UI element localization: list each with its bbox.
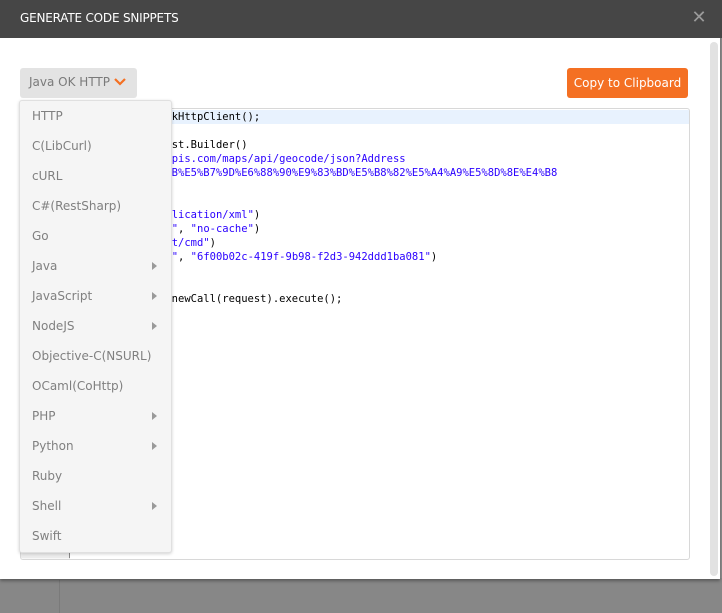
dropdown-item-label: Shell: [32, 499, 62, 513]
code-text: ): [253, 209, 261, 221]
dropdown-item-ruby[interactable]: Ruby: [20, 461, 171, 491]
dropdown-item-label: Ruby: [32, 469, 63, 483]
close-icon[interactable]: ✕: [690, 8, 708, 28]
dropdown-item-label: C(LibCurl): [32, 139, 92, 153]
code-text: ): [430, 251, 438, 263]
dropdown-item-ocaml-cohttp[interactable]: OCaml(CoHttp): [20, 371, 171, 401]
dropdown-item-go[interactable]: Go: [20, 221, 171, 251]
dropdown-item-label: PHP: [32, 409, 56, 423]
dropdown-item-c-libcurl[interactable]: C(LibCurl): [20, 131, 171, 161]
dropdown-item-php[interactable]: PHP: [20, 401, 171, 431]
dropdown-item-label: OCaml(CoHttp): [32, 379, 124, 393]
code-text: ,: [178, 251, 191, 263]
dropdown-item-objective-c-nsurl[interactable]: Objective-C(NSURL): [20, 341, 171, 371]
submenu-arrow-icon: [152, 502, 157, 510]
generate-code-modal: GENERATE CODE SNIPPETS ✕ Java OK HTTP Co…: [0, 0, 722, 579]
code-text: OkHttpClient();: [159, 111, 261, 123]
submenu-arrow-icon: [152, 322, 157, 330]
modal-header: GENERATE CODE SNIPPETS ✕: [0, 0, 722, 38]
dropdown-item-http[interactable]: HTTP: [20, 101, 171, 131]
chevron-down-icon: [114, 78, 126, 86]
dropdown-item-javascript[interactable]: JavaScript: [20, 281, 171, 311]
dropdown-item-c-restsharp[interactable]: C#(RestSharp): [20, 191, 171, 221]
dropdown-item-label: JavaScript: [32, 289, 93, 303]
dropdown-item-curl[interactable]: cURL: [20, 161, 171, 191]
code-text: ): [209, 237, 216, 249]
language-select[interactable]: Java OK HTTP: [20, 68, 137, 98]
submenu-arrow-icon: [152, 262, 157, 270]
language-dropdown-menu: HTTP C(LibCurl) cURL C#(RestSharp) Go Java Jav…: [19, 100, 172, 553]
dropdown-item-shell[interactable]: Shell: [20, 491, 171, 521]
dropdown-item-python[interactable]: Python: [20, 431, 171, 461]
dropdown-item-label: Java: [32, 259, 58, 273]
submenu-arrow-icon: [152, 412, 157, 420]
dropdown-item-label: Swift: [32, 529, 62, 543]
modal-title: GENERATE CODE SNIPPETS: [20, 11, 179, 25]
code-text: ): [253, 223, 261, 235]
dropdown-item-swift[interactable]: Swift: [20, 521, 171, 551]
dropdown-item-java[interactable]: Java: [20, 251, 171, 281]
dropdown-item-nodejs[interactable]: NodeJS: [20, 311, 171, 341]
code-string: "no-cache": [190, 223, 254, 235]
dropdown-item-label: Python: [32, 439, 74, 453]
modal-scrollbar[interactable]: [710, 42, 718, 576]
dropdown-item-label: HTTP: [32, 109, 63, 123]
dropdown-item-label: Objective-C(NSURL): [32, 349, 152, 363]
dropdown-item-label: cURL: [32, 169, 63, 183]
copy-to-clipboard-button[interactable]: Copy to Clipboard: [567, 68, 688, 98]
language-select-value: Java OK HTTP: [29, 75, 110, 89]
dropdown-item-label: C#(RestSharp): [32, 199, 122, 213]
dropdown-item-label: NodeJS: [32, 319, 75, 333]
dropdown-item-label: Go: [32, 229, 49, 243]
submenu-arrow-icon: [152, 442, 157, 450]
submenu-arrow-icon: [152, 292, 157, 300]
code-string: "6f00b02c-419f-9b98-f2d3-942ddd1ba081": [190, 251, 431, 263]
code-text: ,: [178, 223, 191, 235]
background-divider: [59, 580, 60, 613]
